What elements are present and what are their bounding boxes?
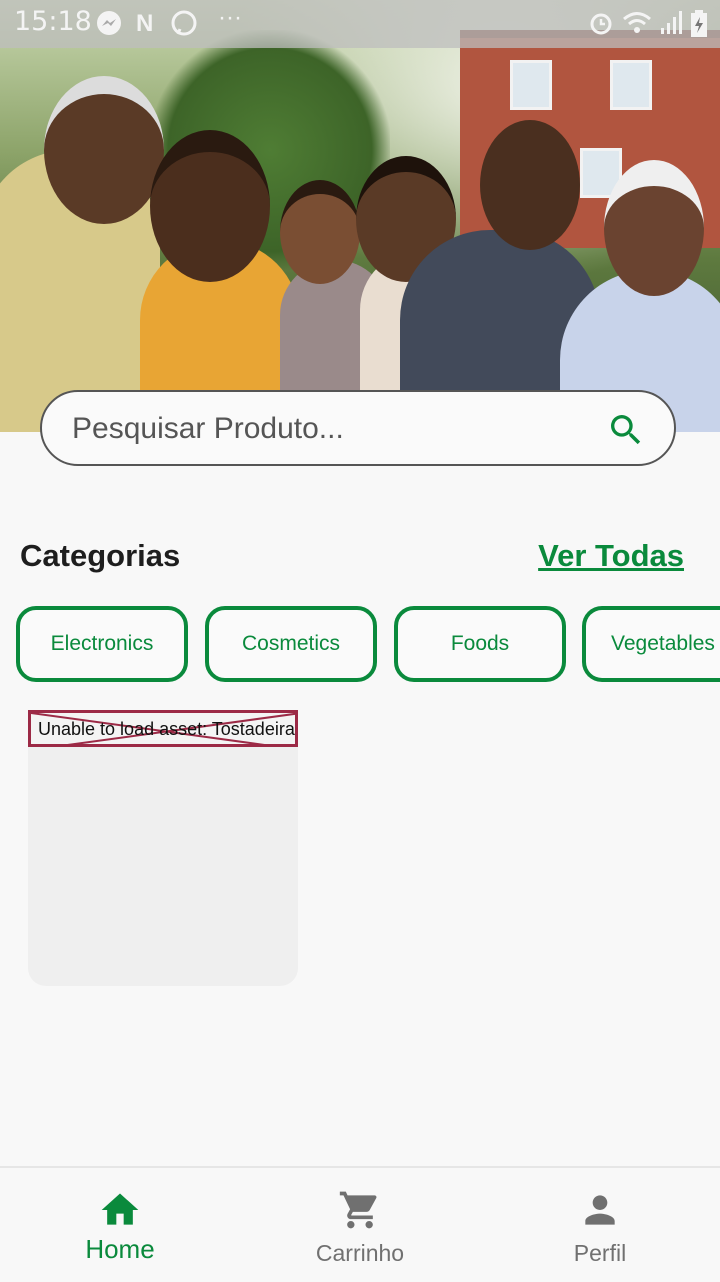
see-all-link[interactable]: Ver Todas xyxy=(538,538,684,574)
nav-cart[interactable]: Carrinho xyxy=(240,1168,480,1282)
image-error-text: Unable to load asset: Tostadeira xyxy=(38,719,295,739)
image-error-placeholder: Unable to load asset: Tostadeira xyxy=(28,710,298,747)
search-icon[interactable] xyxy=(606,410,646,450)
bottom-navigation: Home Carrinho Perfil xyxy=(0,1166,720,1282)
person-icon xyxy=(585,1195,615,1225)
hero-banner-image xyxy=(0,0,720,432)
netflix-icon: N xyxy=(136,10,154,37)
category-chip-label: Vegetables xyxy=(611,632,715,655)
status-time: 15:18 xyxy=(14,6,92,37)
nav-profile[interactable]: Perfil xyxy=(480,1168,720,1282)
categories-title: Categorias xyxy=(20,538,181,573)
battery-icon xyxy=(690,10,708,45)
cart-icon xyxy=(339,1191,377,1229)
nav-home-label: Home xyxy=(85,1234,155,1264)
category-chip-label: Electronics xyxy=(50,632,154,655)
home-icon xyxy=(101,1193,139,1225)
category-chip-vegetables[interactable]: Vegetables xyxy=(582,606,720,682)
messenger-icon xyxy=(96,10,122,43)
wifi-icon xyxy=(622,10,652,43)
category-chip-list: Electronics Cosmetics Foods Vegetables xyxy=(16,606,720,684)
nav-home[interactable]: Home xyxy=(0,1168,240,1282)
viber-icon xyxy=(170,10,198,45)
category-chip-label: Foods xyxy=(450,632,510,655)
category-chip-label: Cosmetics xyxy=(241,632,341,655)
category-chip-electronics[interactable]: Electronics xyxy=(16,606,188,682)
product-card[interactable]: Unable to load asset: Tostadeira xyxy=(28,710,298,986)
search-bar[interactable] xyxy=(40,390,676,466)
signal-icon xyxy=(660,10,684,43)
search-input[interactable] xyxy=(70,406,594,452)
status-bar: 15:18 N ··· xyxy=(0,0,720,48)
alarm-icon xyxy=(588,10,614,43)
category-chip-cosmetics[interactable]: Cosmetics xyxy=(205,606,377,682)
nav-cart-label: Carrinho xyxy=(315,1240,405,1266)
nav-profile-label: Perfil xyxy=(573,1240,627,1266)
category-chip-foods[interactable]: Foods xyxy=(394,606,566,682)
more-notifications-icon: ··· xyxy=(218,4,242,31)
